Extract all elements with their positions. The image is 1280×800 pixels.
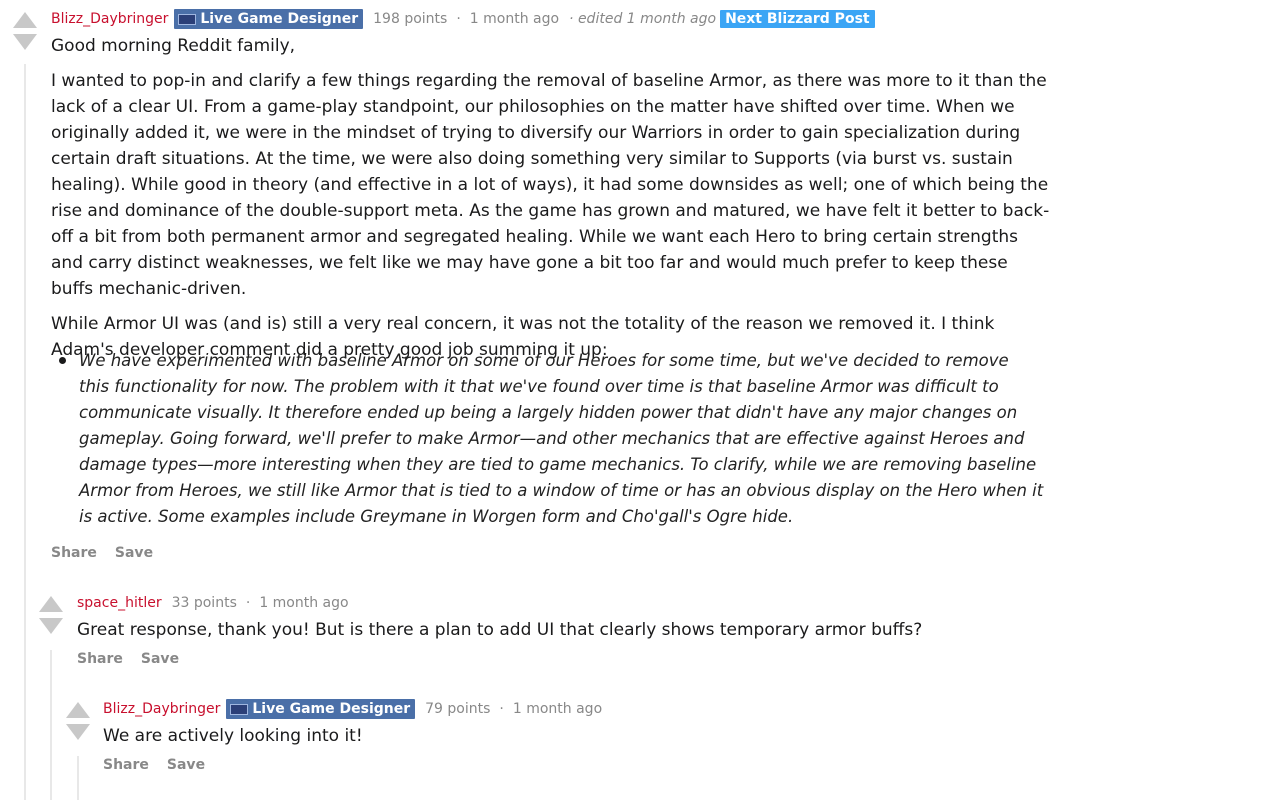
save-button[interactable]: Save xyxy=(167,757,205,773)
comment-meta: Blizz_Daybringer Live Game Designer 198 … xyxy=(51,9,875,29)
heroes-logo-icon xyxy=(178,13,197,25)
share-button[interactable]: Share xyxy=(77,651,123,667)
meta-separator: · xyxy=(499,701,504,717)
downvote-arrow-icon[interactable] xyxy=(66,724,90,740)
user-flair-text: Live Game Designer xyxy=(252,701,411,717)
vote-controls xyxy=(38,596,64,634)
thread-line-level-2[interactable] xyxy=(50,650,52,800)
comment-author[interactable]: Blizz_Daybringer xyxy=(103,701,220,717)
comment-paragraph: Good morning Reddit family, xyxy=(51,36,296,56)
comment-points: 79 points xyxy=(425,701,491,717)
thread-line-level-3[interactable] xyxy=(77,756,79,800)
upvote-arrow-icon[interactable] xyxy=(13,12,37,28)
comment-paragraph: We are actively looking into it! xyxy=(103,726,363,746)
list-bullet-icon xyxy=(59,357,66,364)
upvote-arrow-icon[interactable] xyxy=(66,702,90,718)
save-button[interactable]: Save xyxy=(115,545,153,561)
comment-author[interactable]: Blizz_Daybringer xyxy=(51,11,168,27)
comment-body: Great response, thank you! But is there … xyxy=(77,617,1037,643)
user-flair: Live Game Designer xyxy=(174,9,364,29)
user-flair-text: Live Game Designer xyxy=(200,11,359,27)
comment-body: Good morning Reddit family, I wanted to … xyxy=(51,33,1051,363)
comment-body: We are actively looking into it! xyxy=(103,723,1003,749)
comment-author[interactable]: space_hitler xyxy=(77,595,162,611)
meta-separator: · xyxy=(456,11,461,27)
quoted-dev-comment: We have experimented with baseline Armor… xyxy=(79,351,1044,526)
edited-timestamp: · edited 1 month ago xyxy=(569,11,717,27)
share-button[interactable]: Share xyxy=(103,757,149,773)
thread-line-level-1[interactable] xyxy=(24,64,26,800)
user-flair: Live Game Designer xyxy=(226,699,416,719)
share-button[interactable]: Share xyxy=(51,545,97,561)
save-button[interactable]: Save xyxy=(141,651,179,667)
comment-meta: space_hitler 33 points · 1 month ago xyxy=(77,593,349,613)
meta-separator: · xyxy=(245,595,251,611)
comment-timestamp[interactable]: 1 month ago xyxy=(513,701,602,717)
vote-controls xyxy=(65,702,91,740)
comment-paragraph: I wanted to pop-in and clarify a few thi… xyxy=(51,71,1050,299)
comment-actions: Share Save xyxy=(103,757,205,773)
comment-paragraph: Great response, thank you! But is there … xyxy=(77,620,923,640)
heroes-logo-icon xyxy=(230,703,249,715)
comment-points: 198 points xyxy=(373,11,448,27)
comment-points: 33 points xyxy=(171,595,237,611)
downvote-arrow-icon[interactable] xyxy=(13,34,37,50)
comment-actions: Share Save xyxy=(77,651,179,667)
upvote-arrow-icon[interactable] xyxy=(39,596,63,612)
vote-controls xyxy=(12,12,38,50)
next-blizzard-post-link[interactable]: Next Blizzard Post xyxy=(720,10,875,28)
comment-actions: Share Save xyxy=(51,545,153,561)
downvote-arrow-icon[interactable] xyxy=(39,618,63,634)
comment-timestamp[interactable]: 1 month ago xyxy=(259,595,348,611)
comment-timestamp[interactable]: 1 month ago xyxy=(470,11,559,27)
comment-meta: Blizz_Daybringer Live Game Designer 79 p… xyxy=(103,699,602,719)
